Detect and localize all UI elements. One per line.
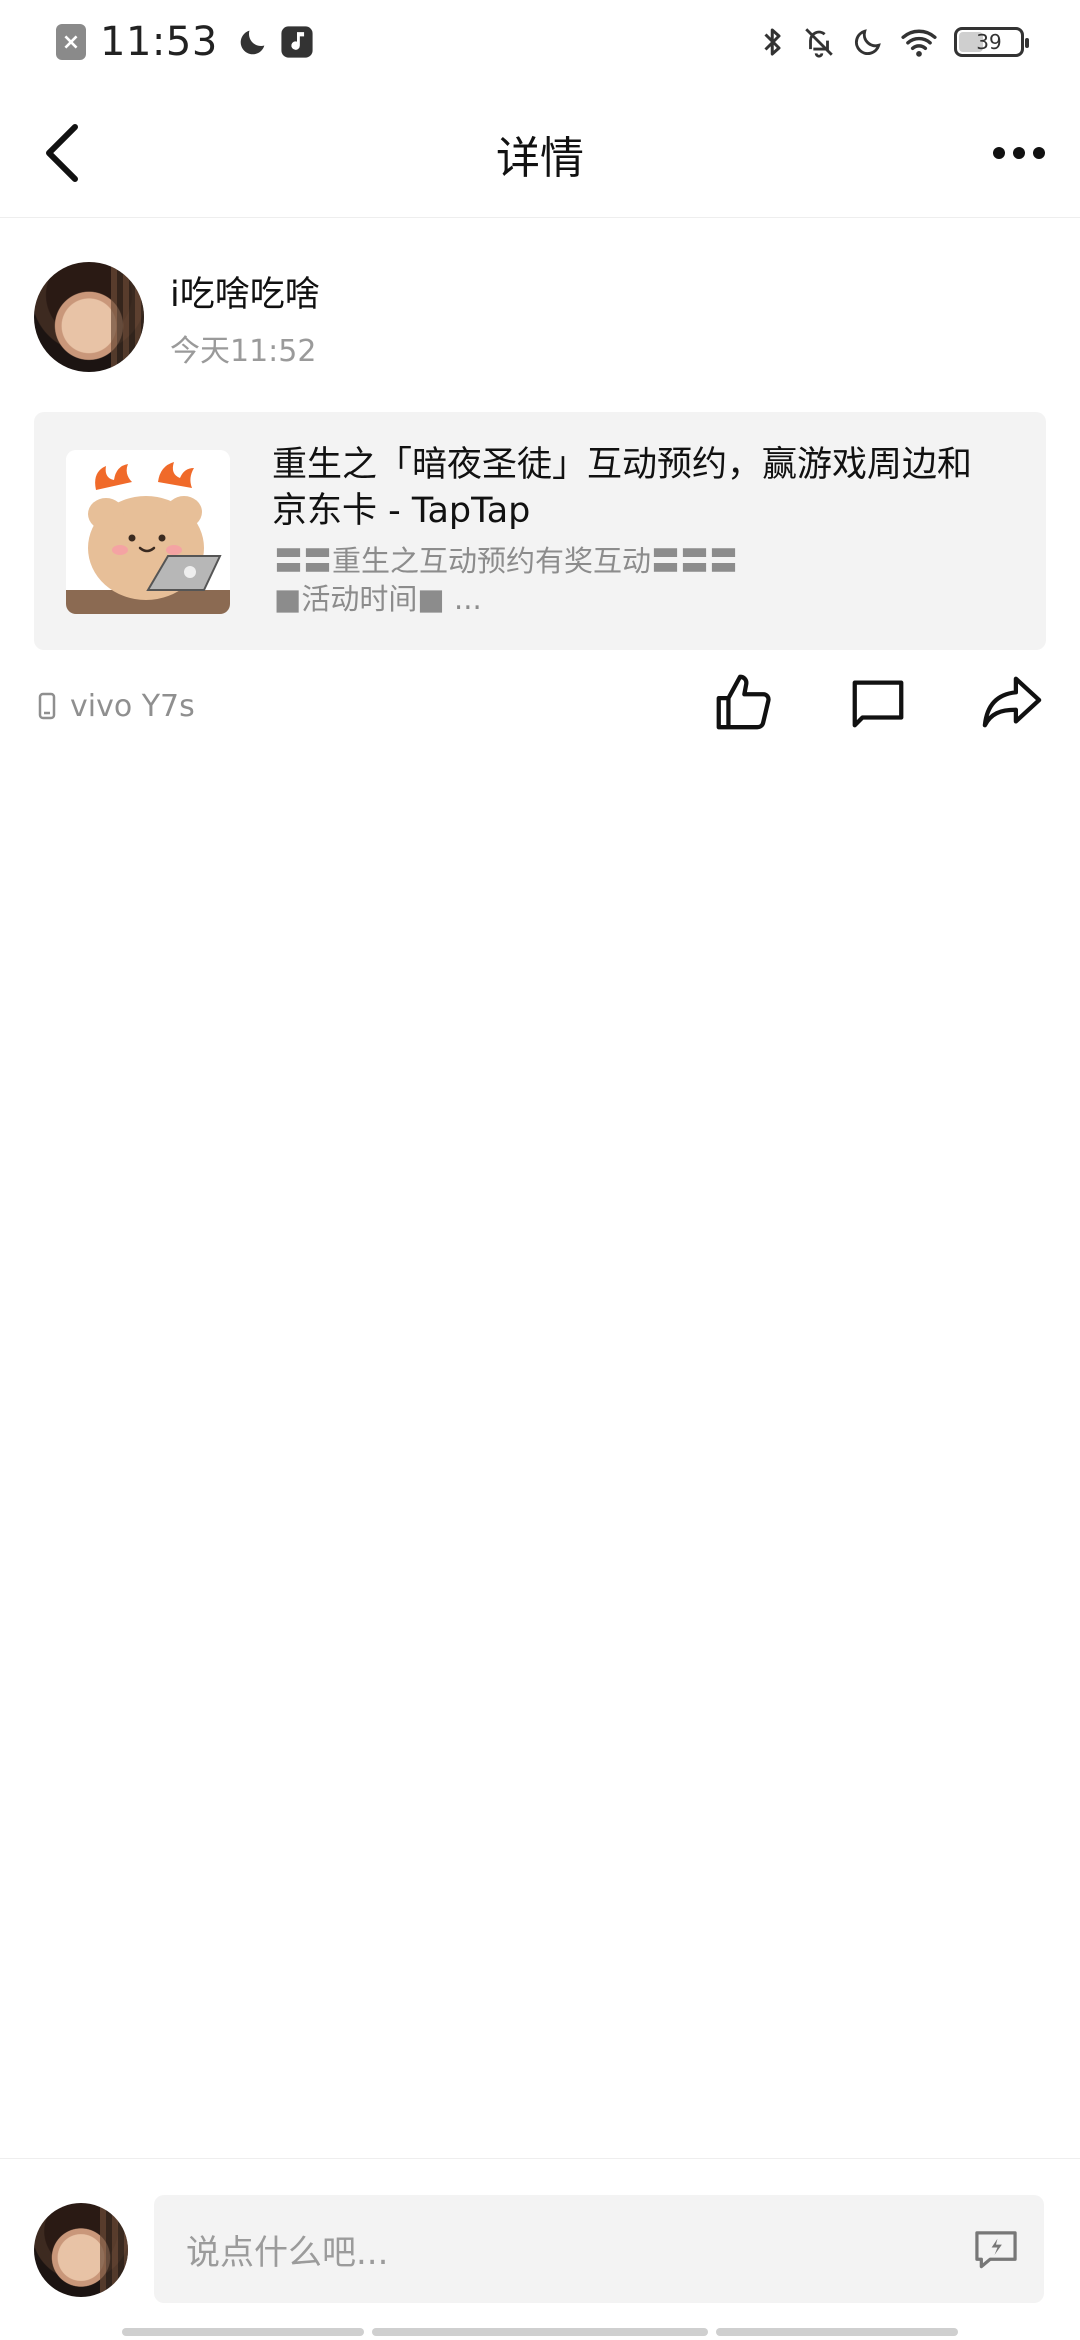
detail-page: × 11:53 39 详情 i吃啥吃啥 今天11:52 重生之「暗夜圣徒」互动预…: [0, 0, 1080, 2340]
more-button[interactable]: [984, 118, 1054, 188]
page-title: 详情: [496, 133, 584, 184]
share-icon: [982, 676, 1042, 728]
card-description-line1: 〓〓重生之互动预约有奖互动〓〓〓: [274, 544, 739, 578]
card-title: 重生之「暗夜圣徒」互动预约，赢游戏周边和京东卡 - TapTap: [272, 445, 973, 531]
status-bar: × 11:53 39: [0, 0, 1080, 84]
close-box-icon: ×: [56, 24, 86, 60]
author-avatar[interactable]: [34, 262, 144, 372]
card-thumbnail: [66, 450, 230, 614]
status-right: 39: [760, 16, 1029, 68]
nav-handle-left: [122, 2328, 364, 2336]
wifi-icon: [901, 29, 937, 57]
comment-input-placeholder: 说点什么吧...: [186, 2232, 389, 2273]
bear-laptop-illustration: [66, 450, 230, 614]
card-description: 〓〓重生之互动预约有奖互动〓〓〓 ■活动时间■ ...: [274, 542, 974, 618]
like-icon: [716, 674, 771, 730]
more-dots-icon: [993, 147, 1045, 159]
phone-icon: [38, 692, 56, 720]
comment-composer-bar: 说点什么吧...: [0, 2158, 1080, 2340]
device-name: vivo Y7s: [70, 688, 195, 724]
my-avatar: [34, 2203, 128, 2297]
comment-input[interactable]: 说点什么吧...: [154, 2195, 1044, 2303]
battery-level: 39: [976, 30, 1002, 54]
comment-button[interactable]: [840, 664, 916, 740]
shared-link-card[interactable]: 重生之「暗夜圣徒」互动预约，赢游戏周边和京东卡 - TapTap 〓〓重生之互动…: [34, 412, 1046, 650]
status-left: × 11:53: [56, 16, 314, 68]
quick-reply-icon: [975, 2231, 1017, 2269]
bell-off-icon: [805, 28, 833, 58]
card-description-line2: ■活动时间■ ...: [274, 582, 482, 616]
device-info: vivo Y7s: [38, 686, 195, 726]
author-name[interactable]: i吃啥吃啥: [170, 266, 320, 317]
share-button[interactable]: [974, 664, 1050, 740]
moon-icon: [854, 29, 881, 56]
music-note-icon: [281, 26, 313, 58]
nav-handle-right: [716, 2328, 958, 2336]
bluetooth-icon: [764, 28, 781, 56]
top-app-bar: 详情: [0, 84, 1080, 218]
quick-reply-button[interactable]: [970, 2225, 1022, 2273]
moon-icon: [240, 30, 265, 55]
battery-icon: 39: [954, 27, 1029, 57]
post-timestamp: 今天11:52: [170, 334, 317, 369]
like-button[interactable]: [704, 664, 780, 740]
status-time: 11:53: [100, 19, 218, 65]
comment-icon: [852, 680, 904, 728]
nav-handle-center[interactable]: [372, 2328, 708, 2336]
